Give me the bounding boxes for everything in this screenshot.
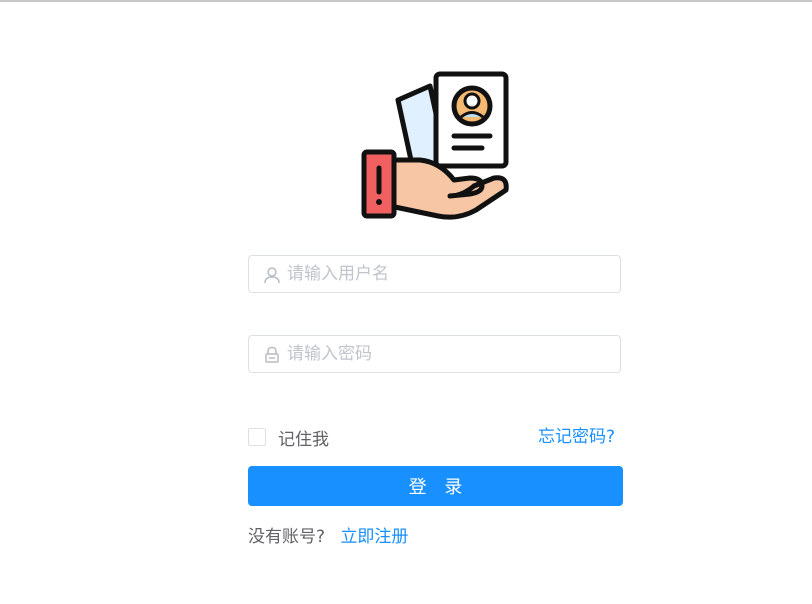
remember-checkbox[interactable] xyxy=(248,428,266,446)
register-link[interactable]: 立即注册 xyxy=(340,527,408,547)
user-icon xyxy=(264,267,280,284)
password-field[interactable] xyxy=(248,335,621,373)
login-button[interactable]: 登 录 xyxy=(248,466,623,506)
remember-label: 记住我 xyxy=(278,429,329,450)
remember-me[interactable]: 记住我 xyxy=(248,426,329,450)
register-row: 没有账号? 立即注册 xyxy=(248,526,408,548)
lock-icon xyxy=(265,346,279,363)
password-input[interactable] xyxy=(287,336,607,372)
username-input[interactable] xyxy=(287,256,607,292)
hand-holding-id-card-icon xyxy=(361,71,509,220)
username-field[interactable] xyxy=(248,255,621,293)
top-divider xyxy=(0,0,812,2)
no-account-text: 没有账号? xyxy=(248,527,326,547)
forgot-password-link[interactable]: 忘记密码? xyxy=(538,426,615,448)
